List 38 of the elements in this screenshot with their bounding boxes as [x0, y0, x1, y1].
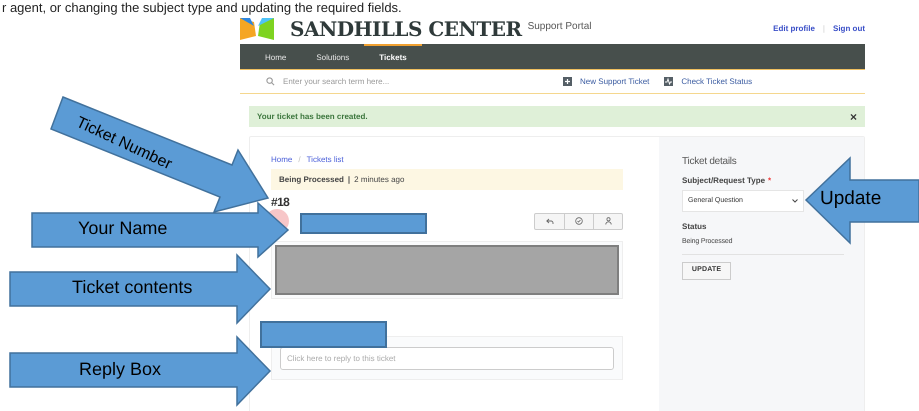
callout-label: Your Name [78, 219, 168, 237]
portal-subtitle: Support Portal [528, 20, 592, 34]
breadcrumb-link[interactable]: Tickets list [306, 154, 344, 166]
brand-name: SANDHILLS CENTER [290, 16, 522, 42]
user-icon [604, 217, 612, 225]
chevron-down-icon [792, 199, 798, 203]
check-circle-icon [575, 217, 584, 225]
nav-tab[interactable]: Tickets [364, 44, 422, 69]
reply-field[interactable]: Click here to reply to this ticket [280, 346, 614, 370]
time-text: 2 minutes ago [354, 174, 404, 186]
alert-message: Your ticket has been created. [257, 110, 368, 122]
header-link[interactable]: Sign out [833, 22, 865, 34]
plus-icon [563, 77, 572, 86]
search-icon [266, 77, 275, 86]
callout-label: Update [820, 189, 882, 208]
close-button[interactable]: × [850, 110, 857, 122]
action-link[interactable]: New Support Ticket [563, 76, 650, 88]
field-label: Subject/Request Type [682, 175, 766, 187]
caption-text: r agent, or changing the subject type and updating the required fields. [2, 0, 402, 15]
separator-text: | [348, 174, 350, 186]
separator-text: / [298, 154, 301, 166]
reply-icon [546, 218, 554, 224]
action-link[interactable]: Check Ticket Status [664, 76, 752, 88]
logo-icon [240, 18, 274, 40]
callout-label: Reply Box [79, 360, 162, 378]
pulse-icon [664, 77, 674, 86]
status-text: Being Processed [279, 174, 344, 186]
field-label: Status [682, 221, 708, 233]
search-field[interactable]: Enter your search term here... [283, 76, 523, 88]
callout-label: Ticket contents [72, 278, 192, 296]
nav-tab[interactable]: Solutions [301, 44, 364, 69]
panel-title: Ticket details [682, 155, 738, 169]
nav-tab[interactable]: Home [250, 44, 302, 69]
header-link[interactable]: Edit profile [773, 22, 815, 34]
breadcrumb-link[interactable]: Home [271, 154, 292, 166]
separator-text: | [822, 22, 825, 34]
ticket-number: #18 [271, 195, 290, 209]
required-mark: * [768, 175, 772, 187]
